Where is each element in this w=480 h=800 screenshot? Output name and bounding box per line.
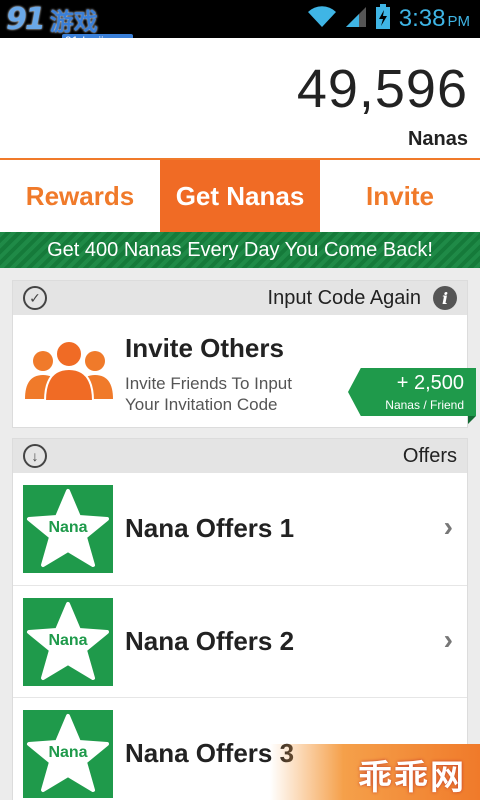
input-code-again-label: Input Code Again (267, 286, 421, 309)
chevron-right-icon: › (443, 624, 453, 655)
nana-balance-unit: Nanas (407, 128, 468, 150)
offer-title: Nana Offers 3 (125, 738, 295, 768)
battery-charging-icon (375, 3, 391, 35)
offers-header: ↓ Offers (13, 439, 467, 473)
tab-invite[interactable]: Invite (320, 160, 480, 232)
clock-time: 3:38 (398, 5, 446, 32)
invite-reward-unit: Nanas / Friend (385, 398, 464, 412)
clock-ampm: PM (447, 13, 471, 30)
nana-star-icon: Nana (23, 710, 113, 798)
nana-thumb-label: Nana (48, 632, 88, 649)
checkmark-icon: ✓ (23, 286, 47, 310)
daily-bonus-banner: Get 400 Nanas Every Day You Come Back! (0, 232, 480, 268)
badge-fold (468, 416, 476, 424)
chevron-right-icon: › (443, 511, 453, 542)
offer-title: Nana Offers 1 (125, 513, 295, 543)
tab-bar: Rewards Get Nanas Invite (0, 160, 480, 232)
status-bar: 91 游戏 91danji.com 3:38PM (0, 0, 480, 48)
invite-reward-amount: + 2,500 (396, 372, 464, 394)
tab-get-nanas[interactable]: Get Nanas (160, 160, 320, 232)
invite-reward-badge: + 2,500 Nanas / Friend (348, 368, 476, 416)
nana-balance: 49,596 (296, 59, 468, 119)
site-watermark: 乖乖网 (270, 744, 480, 800)
nana-thumb-label: Nana (48, 744, 88, 761)
watermark-logo-text: 游戏 (49, 7, 98, 36)
status-bar-left: 91 游戏 (6, 1, 98, 37)
balance-header: 49,596 Nanas (0, 38, 480, 158)
nana-star-icon: Nana (23, 485, 113, 573)
watermark-logo-number: 91 (6, 1, 46, 37)
watermark-text: 乖乖网 (358, 758, 466, 798)
wifi-icon (307, 5, 337, 33)
signal-icon (345, 6, 367, 33)
invite-others-description: Invite Friends To Input Your Invitation … (125, 374, 292, 414)
download-arrow-icon: ↓ (23, 444, 47, 468)
offer-item-2[interactable]: Nana Nana Offers 2 › (13, 585, 467, 697)
people-group-icon (25, 340, 113, 401)
status-bar-right: 3:38 PM (307, 0, 470, 38)
offers-label: Offers (402, 444, 457, 467)
daily-bonus-text: Get 400 Nanas Every Day You Come Back! (47, 238, 433, 261)
nana-star-icon: Nana (23, 598, 113, 686)
input-code-header[interactable]: ✓ Input Code Again i (13, 281, 467, 315)
offer-title: Nana Offers 2 (125, 626, 295, 656)
offer-item-1[interactable]: Nana Nana Offers 1 › (13, 473, 467, 585)
invite-others-title: Invite Others (125, 333, 284, 363)
nana-thumb-label: Nana (48, 519, 88, 536)
tab-rewards[interactable]: Rewards (0, 160, 160, 232)
info-icon[interactable]: i (433, 286, 457, 310)
